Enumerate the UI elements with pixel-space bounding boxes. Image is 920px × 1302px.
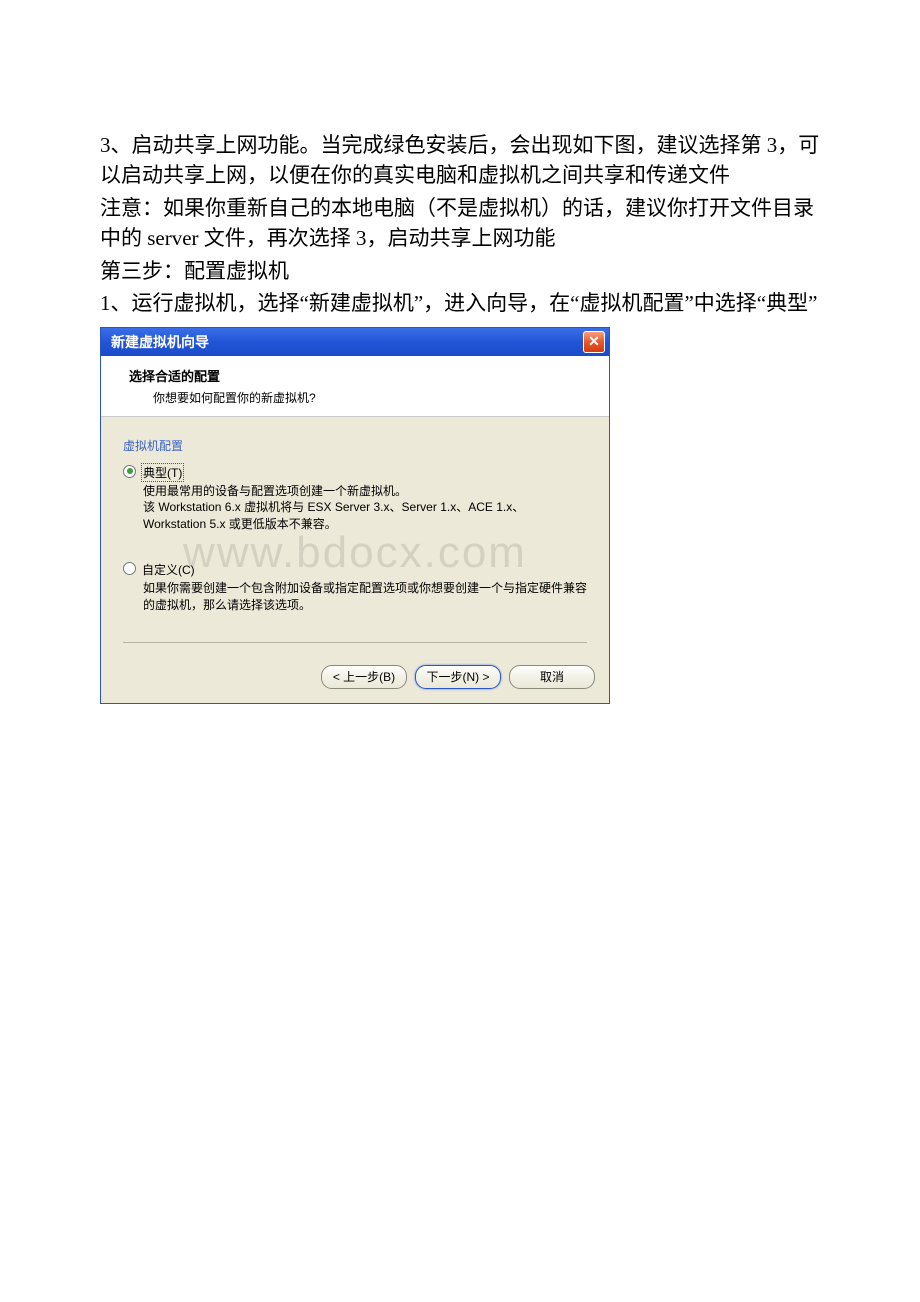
radio-custom-label: 自定义(C) — [142, 561, 195, 578]
back-button[interactable]: < 上一步(B) — [321, 665, 407, 689]
new-vm-wizard-dialog: www.bdocx.com 新建虚拟机向导 ✕ 选择合适的配置 你想要如何配置你… — [100, 327, 610, 704]
separator — [123, 642, 587, 643]
radio-custom[interactable]: 自定义(C) — [123, 561, 587, 578]
cancel-button[interactable]: 取消 — [509, 665, 595, 689]
doc-paragraph-4: 1、运行虚拟机，选择“新建虚拟机”，进入向导，在“虚拟机配置”中选择“典型” — [100, 288, 820, 318]
radio-icon — [123, 465, 136, 478]
dialog-header-title: 选择合适的配置 — [129, 366, 599, 385]
next-button[interactable]: 下一步(N) > — [415, 665, 501, 689]
doc-paragraph-3: 第三步：配置虚拟机 — [100, 256, 820, 286]
vm-config-group-label: 虚拟机配置 — [123, 437, 587, 454]
radio-typical-label: 典型(T) — [142, 464, 183, 481]
close-button[interactable]: ✕ — [583, 331, 605, 353]
radio-typical-description: 使用最常用的设备与配置选项创建一个新虚拟机。 该 Workstation 6.x… — [143, 483, 587, 533]
dialog-title: 新建虚拟机向导 — [111, 332, 209, 352]
dialog-header-subtitle: 你想要如何配置你的新虚拟机? — [153, 389, 599, 406]
dialog-titlebar: 新建虚拟机向导 ✕ — [101, 328, 609, 356]
radio-custom-description: 如果你需要创建一个包含附加设备或指定配置选项或你想要创建一个与指定硬件兼容的虚拟… — [143, 580, 587, 614]
dialog-header-pane: 选择合适的配置 你想要如何配置你的新虚拟机? — [101, 356, 609, 417]
doc-paragraph-1: 3、启动共享上网功能。当完成绿色安装后，会出现如下图，建议选择第 3，可以启动共… — [100, 130, 820, 191]
radio-typical[interactable]: 典型(T) — [123, 464, 587, 481]
close-icon: ✕ — [588, 333, 600, 350]
dialog-body: 虚拟机配置 典型(T) 使用最常用的设备与配置选项创建一个新虚拟机。 该 Wor… — [101, 417, 609, 657]
dialog-button-row: < 上一步(B) 下一步(N) > 取消 — [101, 657, 609, 703]
doc-paragraph-2: 注意：如果你重新自己的本地电脑（不是虚拟机）的话，建议你打开文件目录中的 ser… — [100, 193, 820, 254]
radio-icon — [123, 562, 136, 575]
